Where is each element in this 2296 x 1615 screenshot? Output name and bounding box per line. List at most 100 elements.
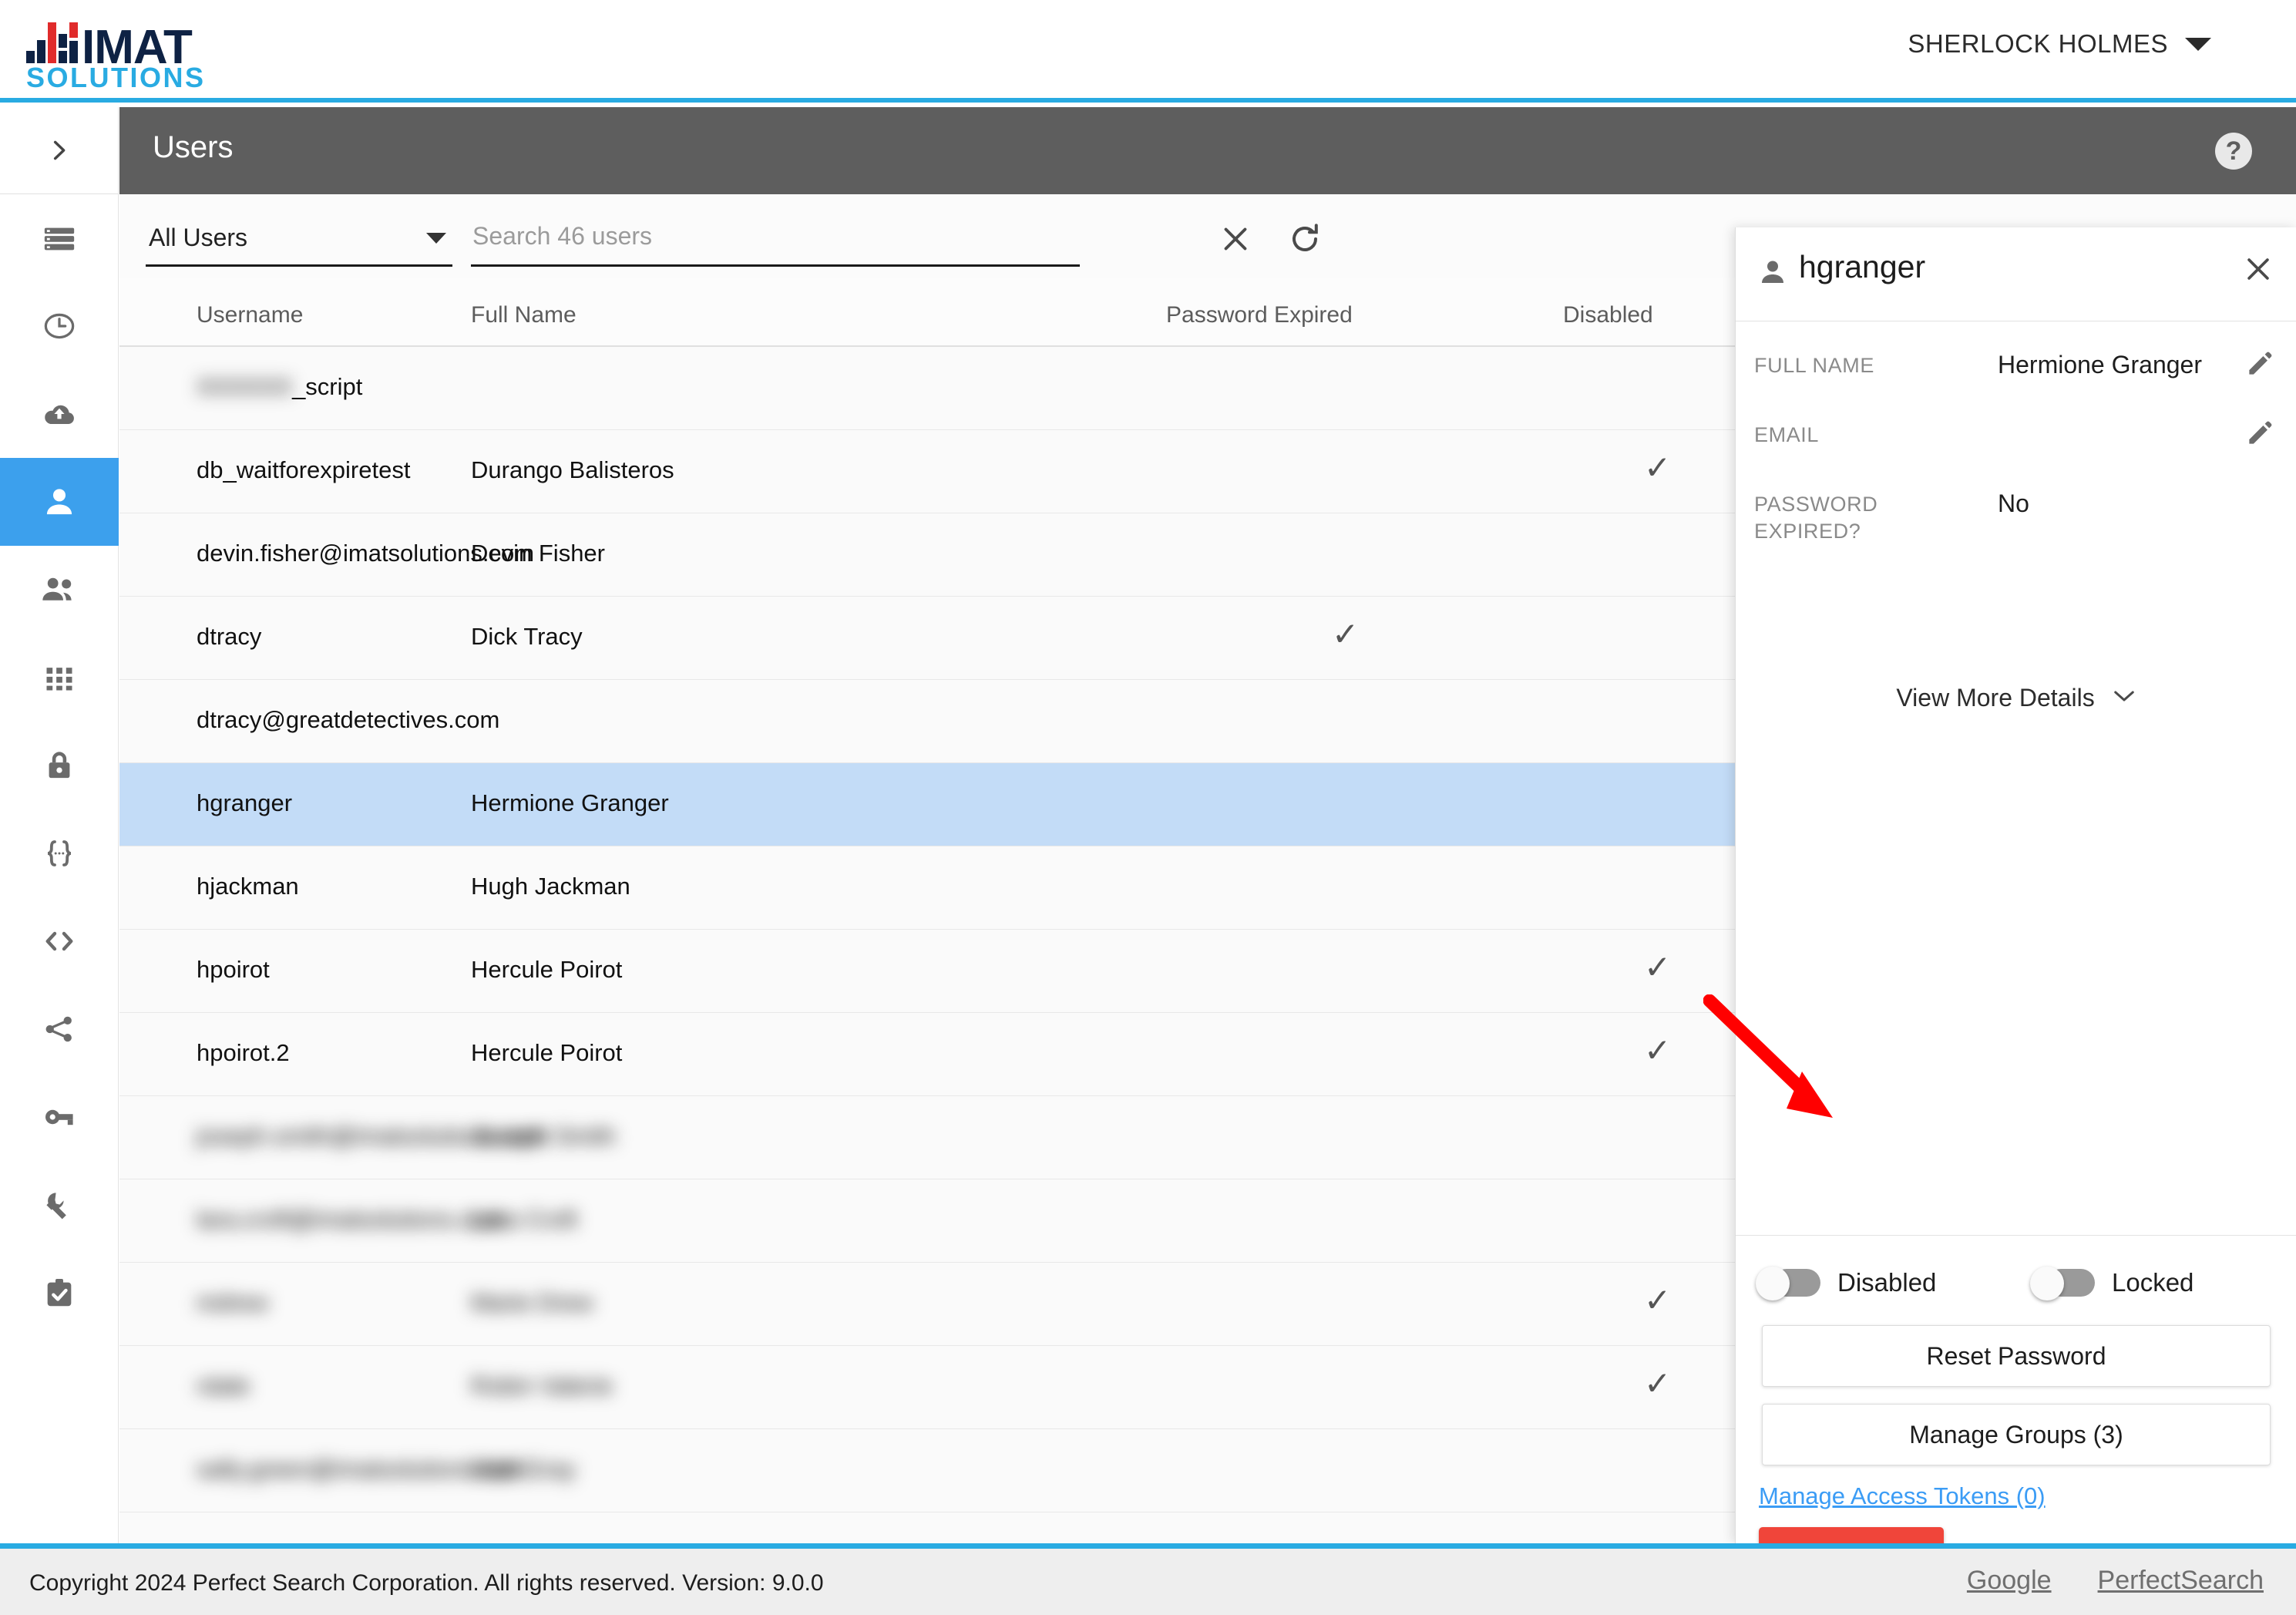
toggle-switch[interactable]: [2030, 1267, 2096, 1300]
chevron-down-icon: [2185, 37, 2211, 51]
sidebar-item-share[interactable]: [0, 985, 119, 1073]
clear-search-button[interactable]: [1214, 217, 1257, 261]
key-icon: [45, 1109, 73, 1125]
toggle-switch[interactable]: [1756, 1267, 1822, 1300]
cell-fullname: Joseph Smith: [471, 1122, 616, 1149]
chevron-down-icon: [2113, 681, 2136, 709]
left-nav-rail: [0, 107, 119, 1543]
refresh-button[interactable]: [1283, 217, 1326, 261]
sidebar-item-tools[interactable]: [0, 1161, 119, 1249]
cell-fullname: Marie Drew: [471, 1289, 593, 1316]
redacted-text: XXXXXX: [197, 373, 293, 400]
view-more-label: View More Details: [1896, 684, 2095, 712]
cell-fullname: Durango Balisteros: [471, 456, 674, 483]
chevron-down-icon: [426, 233, 446, 244]
user-account-menu[interactable]: SHERLOCK HOLMES: [1908, 29, 2211, 59]
column-header[interactable]: Username: [197, 302, 303, 328]
sidebar-item-security[interactable]: [0, 722, 119, 809]
disabled-check-icon: ✓: [1644, 1032, 1672, 1068]
password-expired-check-icon: ✓: [1332, 616, 1360, 652]
page-header: Users ?: [119, 107, 2296, 194]
cell-fullname: Hermione Granger: [471, 789, 669, 816]
search-input[interactable]: [471, 222, 1080, 251]
field-password-expired: PASSWORD EXPIRED? No: [1736, 477, 2296, 547]
cell-username: hjackman: [197, 873, 299, 900]
column-header[interactable]: Password Expired: [1166, 302, 1353, 328]
clock-history-icon: [44, 313, 75, 339]
cell-fullname: Devin Fisher: [471, 540, 605, 567]
chevron-right-icon: [53, 140, 66, 160]
pencil-edit-icon[interactable]: [2245, 349, 2274, 382]
field-label: EMAIL: [1754, 423, 1820, 446]
disabled-check-icon: ✓: [1644, 449, 1672, 486]
copyright-text: Copyright 2024 Perfect Search Corporatio…: [29, 1570, 824, 1596]
cell-username: dtracy@greatdetectives.com: [197, 706, 500, 733]
details-actions: Disabled Locked Reset Password Manage Gr…: [1736, 1235, 2296, 1586]
refresh-icon: [1293, 224, 1318, 251]
cell-username: dtracy: [197, 623, 262, 650]
reset-password-button[interactable]: Reset Password: [1762, 1325, 2271, 1387]
sidebar-item-apps[interactable]: [0, 634, 119, 722]
user-filter-select[interactable]: All Users: [146, 222, 452, 267]
cell-username: mdrew: [197, 1289, 269, 1316]
details-header: hgranger: [1736, 227, 2296, 321]
field-email: EMAIL: [1736, 408, 2296, 477]
column-header[interactable]: Full Name: [471, 302, 577, 328]
braces-icon: [47, 840, 72, 866]
close-panel-button[interactable]: [2241, 252, 2275, 290]
sidebar-item-users[interactable]: [0, 458, 119, 546]
user-filter-value: All Users: [149, 224, 248, 251]
sidebar-item-json[interactable]: [0, 809, 119, 897]
cell-username: hpoirot: [197, 956, 270, 983]
manage-groups-button[interactable]: Manage Groups (3): [1762, 1404, 2271, 1465]
footer-link-perfectsearch[interactable]: PerfectSearch: [2098, 1566, 2264, 1596]
user-account-name: SHERLOCK HOLMES: [1908, 29, 2168, 58]
help-button[interactable]: ?: [2215, 133, 2252, 170]
people-group-icon: [42, 577, 72, 601]
footer-link-google[interactable]: Google: [1967, 1566, 2052, 1596]
cell-fullname: Robin Valerie: [471, 1372, 613, 1399]
toggle-knob: [2030, 1267, 2064, 1300]
field-label: FULL NAME: [1754, 354, 1874, 377]
top-bar: IMAT SOLUTIONS SHERLOCK HOLMES: [0, 0, 2296, 103]
cell-fullname: Matt Gray: [471, 1455, 577, 1482]
pencil-edit-icon[interactable]: [2245, 419, 2274, 452]
locked-toggle-label: Locked: [2112, 1268, 2194, 1297]
clipboard-check-icon: [47, 1278, 72, 1307]
wrench-icon: [46, 1193, 66, 1220]
sidebar-item-tasks[interactable]: [0, 1249, 119, 1337]
locked-toggle[interactable]: Locked: [2030, 1267, 2194, 1300]
manage-access-tokens-link[interactable]: Manage Access Tokens (0): [1759, 1482, 2296, 1510]
field-full-name: FULL NAME Hermione Granger: [1736, 338, 2296, 408]
sidebar-item-code[interactable]: [0, 897, 119, 985]
code-brackets-icon: [45, 931, 73, 951]
view-more-details-toggle[interactable]: View More Details: [1736, 681, 2296, 712]
rail-expand-toggle[interactable]: [0, 107, 119, 194]
close-x-icon: [2247, 258, 2269, 280]
close-x-icon: [1224, 227, 1247, 251]
disabled-check-icon: ✓: [1644, 1365, 1672, 1401]
toggle-knob: [1756, 1267, 1790, 1300]
sidebar-item-groups[interactable]: [0, 546, 119, 634]
field-label: PASSWORD EXPIRED?: [1754, 493, 1878, 543]
cell-username: XXXXXX_script: [197, 373, 363, 400]
disabled-toggle[interactable]: Disabled: [1756, 1267, 1937, 1300]
cell-fullname: Hugh Jackman: [471, 873, 630, 900]
details-fields: FULL NAME Hermione Granger EMAIL PASSWOR…: [1736, 321, 2296, 547]
sidebar-item-history[interactable]: [0, 282, 119, 370]
sidebar-item-keys[interactable]: [0, 1073, 119, 1161]
details-username: hgranger: [1799, 249, 1926, 284]
cell-fullname: Hercule Poirot: [471, 956, 623, 983]
sidebar-item-storage[interactable]: [0, 194, 119, 282]
cell-fullname: Dick Tracy: [471, 623, 583, 650]
disabled-toggle-label: Disabled: [1837, 1268, 1937, 1297]
field-value: No: [1998, 490, 2029, 517]
details-toggles: Disabled Locked: [1736, 1259, 2296, 1325]
footer-links: Google PerfectSearch: [1967, 1566, 2264, 1596]
sidebar-item-upload[interactable]: [0, 370, 119, 458]
cell-username: hpoirot.2: [197, 1039, 290, 1066]
disabled-check-icon: ✓: [1644, 1282, 1672, 1318]
column-header[interactable]: Disabled: [1563, 302, 1653, 328]
share-nodes-icon: [45, 1016, 72, 1042]
field-value: Hermione Granger: [1998, 351, 2202, 379]
